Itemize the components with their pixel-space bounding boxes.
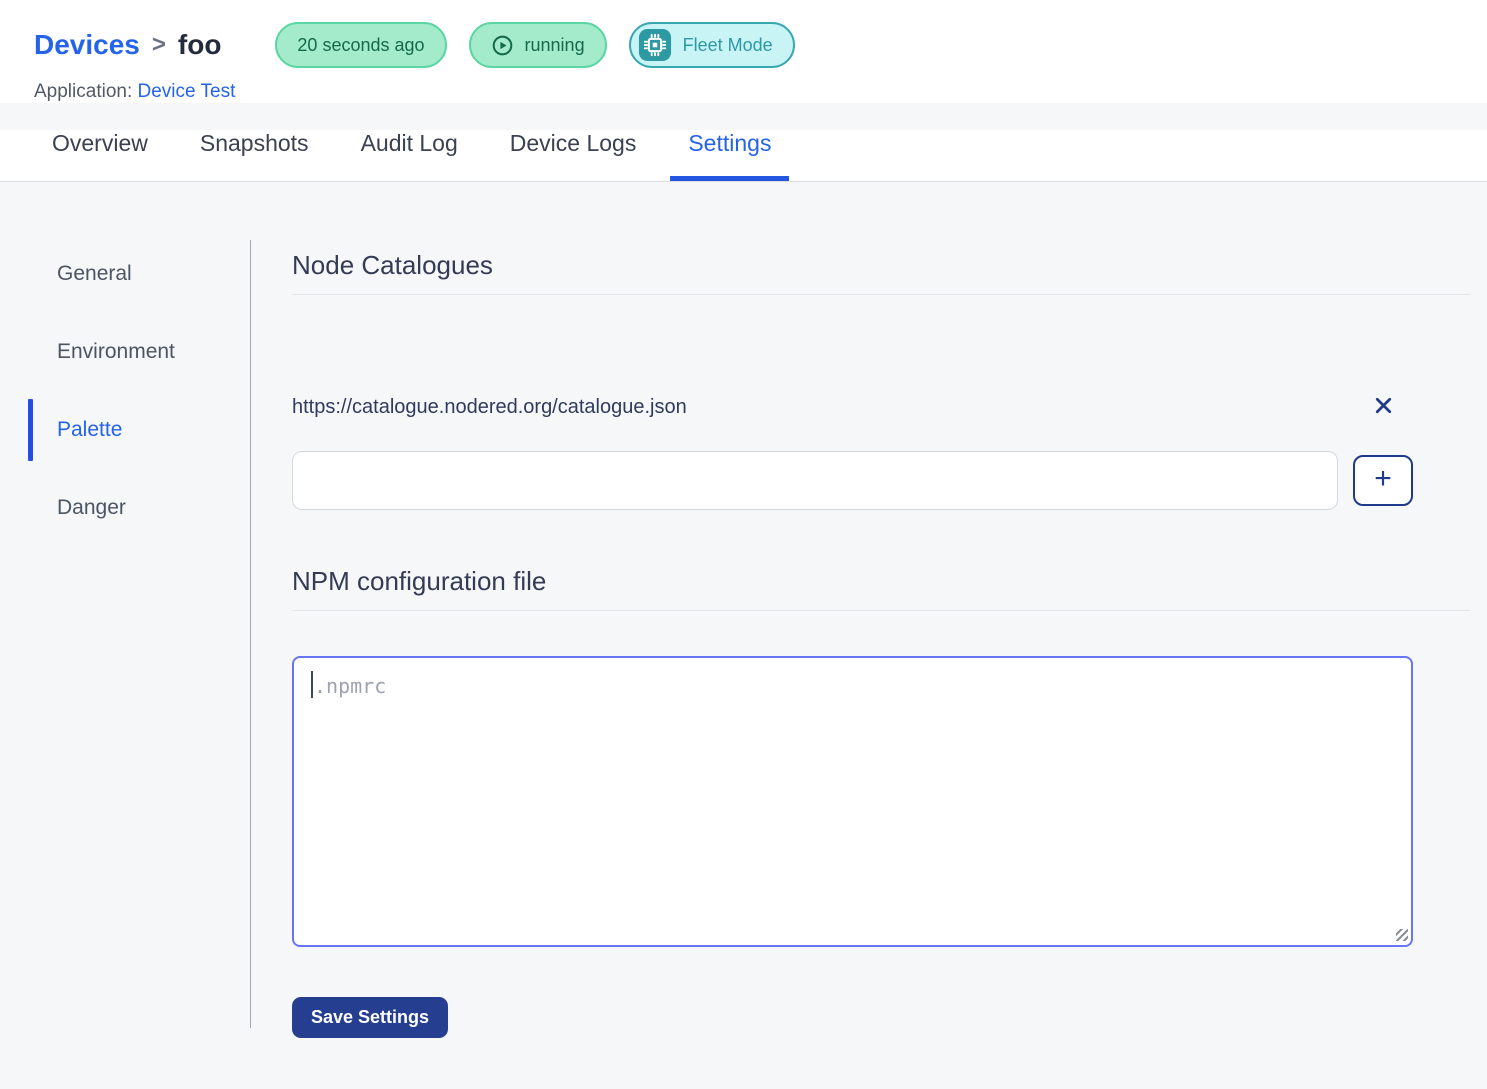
save-settings-button[interactable]: Save Settings	[292, 997, 448, 1038]
sidebar-item-label: General	[57, 262, 132, 285]
last-seen-badge: 20 seconds ago	[275, 22, 446, 68]
page-header: Devices > foo 20 seconds ago running	[0, 0, 1487, 103]
sidebar-item-label: Danger	[57, 496, 126, 519]
new-catalogue-input[interactable]	[292, 451, 1338, 510]
breadcrumb-separator: >	[152, 31, 166, 59]
catalogue-url: https://catalogue.nodered.org/catalogue.…	[292, 396, 1338, 419]
running-status-badge: running	[469, 22, 607, 68]
node-catalogues-title: Node Catalogues	[292, 250, 1470, 295]
fleet-mode-badge: Fleet Mode	[629, 22, 795, 68]
fleet-mode-label: Fleet Mode	[683, 35, 773, 56]
npm-config-textarea-wrap	[292, 656, 1413, 947]
status-badges: 20 seconds ago running	[275, 22, 794, 68]
application-label: Application:	[34, 81, 132, 102]
text-cursor	[311, 671, 313, 698]
sidebar-item-danger[interactable]: Danger	[0, 496, 250, 520]
running-status-label: running	[525, 35, 585, 56]
sidebar-item-general[interactable]: General	[0, 262, 250, 286]
catalogue-remove-slot	[1353, 389, 1413, 425]
sidebar-item-label: Palette	[57, 418, 122, 441]
device-tabs: Overview Snapshots Audit Log Device Logs…	[0, 130, 1487, 182]
tab-overview[interactable]: Overview	[34, 130, 166, 181]
add-catalogue-row: +	[292, 451, 1413, 510]
breadcrumb: Devices > foo 20 seconds ago running	[34, 22, 1453, 68]
settings-content: General Environment Palette Danger Node …	[0, 182, 1487, 1056]
tab-settings[interactable]: Settings	[670, 130, 789, 181]
plus-icon: +	[1374, 464, 1392, 494]
last-seen-badge-label: 20 seconds ago	[297, 35, 424, 56]
remove-catalogue-button[interactable]	[1367, 389, 1400, 425]
tab-device-logs[interactable]: Device Logs	[492, 130, 655, 181]
settings-sidebar: General Environment Palette Danger	[0, 182, 250, 1056]
application-link[interactable]: Device Test	[138, 81, 236, 102]
npm-config-title: NPM configuration file	[292, 566, 1470, 611]
add-catalogue-button[interactable]: +	[1353, 455, 1413, 506]
tab-snapshots[interactable]: Snapshots	[182, 130, 327, 181]
sidebar-item-environment[interactable]: Environment	[0, 340, 250, 364]
breadcrumb-devices-link[interactable]: Devices	[34, 29, 140, 61]
catalogue-entry-row: https://catalogue.nodered.org/catalogue.…	[292, 389, 1413, 425]
chip-icon	[638, 28, 672, 62]
breadcrumb-device-name: foo	[178, 29, 222, 61]
palette-settings-panel: Node Catalogues https://catalogue.nodere…	[251, 182, 1487, 1056]
sidebar-item-label: Environment	[57, 340, 175, 363]
tab-audit-log[interactable]: Audit Log	[343, 130, 476, 181]
application-row: Application: Device Test	[34, 81, 1453, 103]
sidebar-item-palette[interactable]: Palette	[0, 418, 250, 442]
active-indicator-bar	[28, 399, 33, 461]
play-circle-icon	[491, 34, 514, 57]
close-icon	[1371, 393, 1396, 421]
npm-config-textarea[interactable]	[292, 656, 1413, 947]
